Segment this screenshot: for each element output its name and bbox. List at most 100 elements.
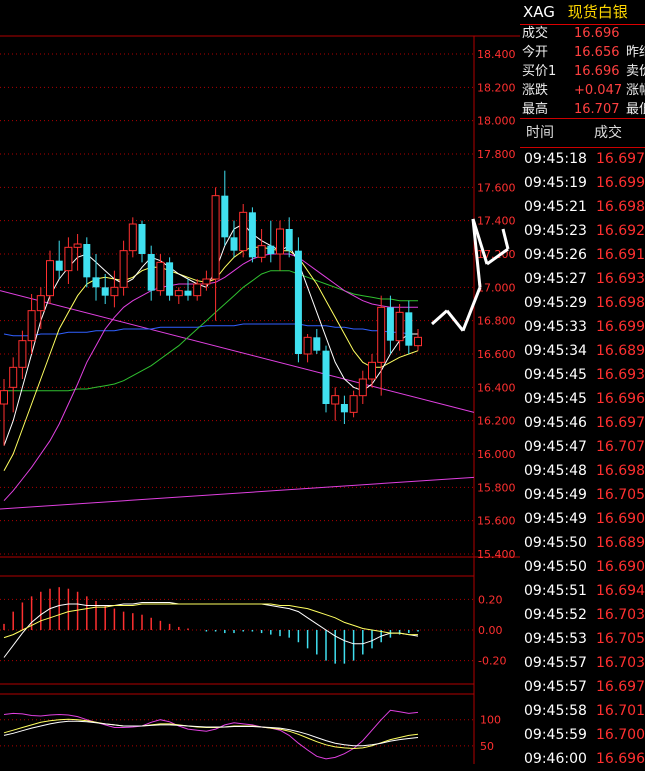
candle-body: [119, 250, 128, 288]
tick-price: 16.707: [596, 439, 645, 455]
tick-row[interactable]: 09:46:00 16.696: [520, 747, 645, 771]
moving-average-ma20: [3, 253, 418, 502]
tick-row[interactable]: 09:45:21 16.698: [520, 195, 645, 219]
quote-label-secondary: 卖价1: [626, 64, 645, 79]
tick-row[interactable]: 09:45:19 16.699: [520, 171, 645, 195]
tick-price: 16.694: [596, 583, 645, 599]
candle-body: [221, 195, 229, 238]
tick-time: 09:45:46: [524, 415, 587, 431]
candle-body: [285, 229, 293, 251]
tick-row[interactable]: 09:45:57 16.703: [520, 651, 645, 675]
candle-body: [386, 307, 394, 341]
candle-body: [83, 244, 91, 278]
candle-body: [73, 243, 82, 248]
tick-price: 16.698: [596, 463, 645, 479]
candle-body: [313, 337, 321, 351]
tick-row[interactable]: 09:45:51 16.694: [520, 579, 645, 603]
candle-body: [202, 278, 211, 285]
candle-body: [9, 366, 18, 388]
candle-body: [174, 290, 183, 297]
candle-body: [101, 287, 109, 296]
tick-row[interactable]: 09:45:48 16.698: [520, 459, 645, 483]
tick-row[interactable]: 09:45:45 16.696: [520, 387, 645, 411]
trendline-upper: [0, 290, 475, 413]
tick-time: 09:45:27: [524, 271, 587, 287]
tick-time: 09:45:26: [524, 247, 587, 263]
quote-row: 今开 16.656 昨结: [520, 43, 645, 62]
tick-row[interactable]: 09:45:27 16.693: [520, 267, 645, 291]
candle-body: [128, 223, 137, 252]
tick-row[interactable]: 09:45:52 16.703: [520, 603, 645, 627]
candle-body: [166, 262, 174, 296]
macd-dif-line: [3, 602, 419, 658]
tick-price: 16.689: [596, 343, 645, 359]
candle-body: [377, 306, 386, 363]
tick-row[interactable]: 09:45:26 16.691: [520, 243, 645, 267]
y-tick-label: 15.800: [477, 481, 516, 494]
tick-row[interactable]: 09:45:33 16.699: [520, 315, 645, 339]
candle-body: [64, 246, 73, 272]
tick-price: 16.693: [596, 367, 645, 383]
macd-y-tick-label: 0.00: [478, 624, 503, 637]
candle-body: [395, 311, 404, 342]
tick-row[interactable]: 09:45:45 16.693: [520, 363, 645, 387]
tick-price: 16.696: [596, 751, 645, 767]
tick-time: 09:45:52: [524, 607, 587, 623]
kdj-line: [3, 720, 419, 747]
moving-average-ma10: [3, 246, 419, 471]
tick-price: 16.701: [596, 703, 645, 719]
tick-row[interactable]: 09:45:53 16.705: [520, 627, 645, 651]
quote-label-secondary: 涨幅: [626, 83, 645, 98]
kdj-line: [3, 709, 419, 760]
tick-time: 09:45:59: [524, 727, 587, 743]
quote-value: 16.707: [574, 102, 620, 117]
tick-time: 09:45:49: [524, 511, 587, 527]
tick-time: 09:45:50: [524, 559, 587, 575]
candle-body: [92, 277, 100, 288]
quote-row: 成交 16.696: [520, 24, 645, 43]
tick-row[interactable]: 09:45:23 16.692: [520, 219, 645, 243]
annotation-arrow: [501, 228, 510, 250]
tick-row[interactable]: 09:45:49 16.690: [520, 507, 645, 531]
tick-time: 09:45:45: [524, 391, 587, 407]
quote-value: 16.696: [574, 64, 620, 79]
tick-row[interactable]: 09:45:47 16.707: [520, 435, 645, 459]
tick-time: 09:45:57: [524, 655, 587, 671]
tick-price: 16.697: [596, 679, 645, 695]
tick-price: 16.703: [596, 655, 645, 671]
tick-row[interactable]: 09:45:57 16.697: [520, 675, 645, 699]
tick-price: 16.699: [596, 175, 645, 191]
tick-row[interactable]: 09:45:46 16.697: [520, 411, 645, 435]
tick-row[interactable]: 09:45:59 16.700: [520, 723, 645, 747]
tick-price: 16.690: [596, 559, 645, 575]
tick-time: 09:45:50: [524, 535, 587, 551]
tick-row[interactable]: 09:45:49 16.705: [520, 483, 645, 507]
y-tick-label: 17.400: [477, 215, 516, 228]
quote-label: 今开: [522, 45, 549, 60]
price-chart-area[interactable]: 18.40018.20018.00017.80017.60017.40017.2…: [0, 0, 520, 764]
tick-price: 16.703: [596, 607, 645, 623]
tick-row[interactable]: 09:45:34 16.689: [520, 339, 645, 363]
candle-body: [414, 336, 422, 347]
quote-label: 涨跌: [522, 83, 549, 98]
tick-row[interactable]: 09:45:58 16.701: [520, 699, 645, 723]
tick-time: 09:46:00: [524, 751, 587, 767]
quote-label-secondary: 最低: [626, 102, 645, 117]
candle-body: [110, 286, 119, 297]
macd-y-tick-label: 0.20: [478, 593, 503, 606]
tick-row[interactable]: 09:45:50 16.689: [520, 531, 645, 555]
tick-price: 16.700: [596, 727, 645, 743]
symbol-header: XAG 现货白银: [520, 0, 645, 24]
moving-average-ma60: [3, 323, 418, 337]
tick-row[interactable]: 09:45:29 16.698: [520, 291, 645, 315]
tick-row[interactable]: 09:45:18 16.697: [520, 147, 645, 171]
tick-time: 09:45:19: [524, 175, 587, 191]
moving-average-ma30: [4, 270, 418, 392]
tick-time: 09:45:29: [524, 295, 587, 311]
ticks-header: 时间 成交: [520, 118, 645, 148]
y-tick-label: 17.000: [477, 281, 516, 294]
tick-row[interactable]: 09:45:50 16.690: [520, 555, 645, 579]
tick-price: 16.697: [596, 415, 645, 431]
quote-row: 最高 16.707 最低: [520, 100, 645, 119]
candle-body: [0, 390, 8, 405]
